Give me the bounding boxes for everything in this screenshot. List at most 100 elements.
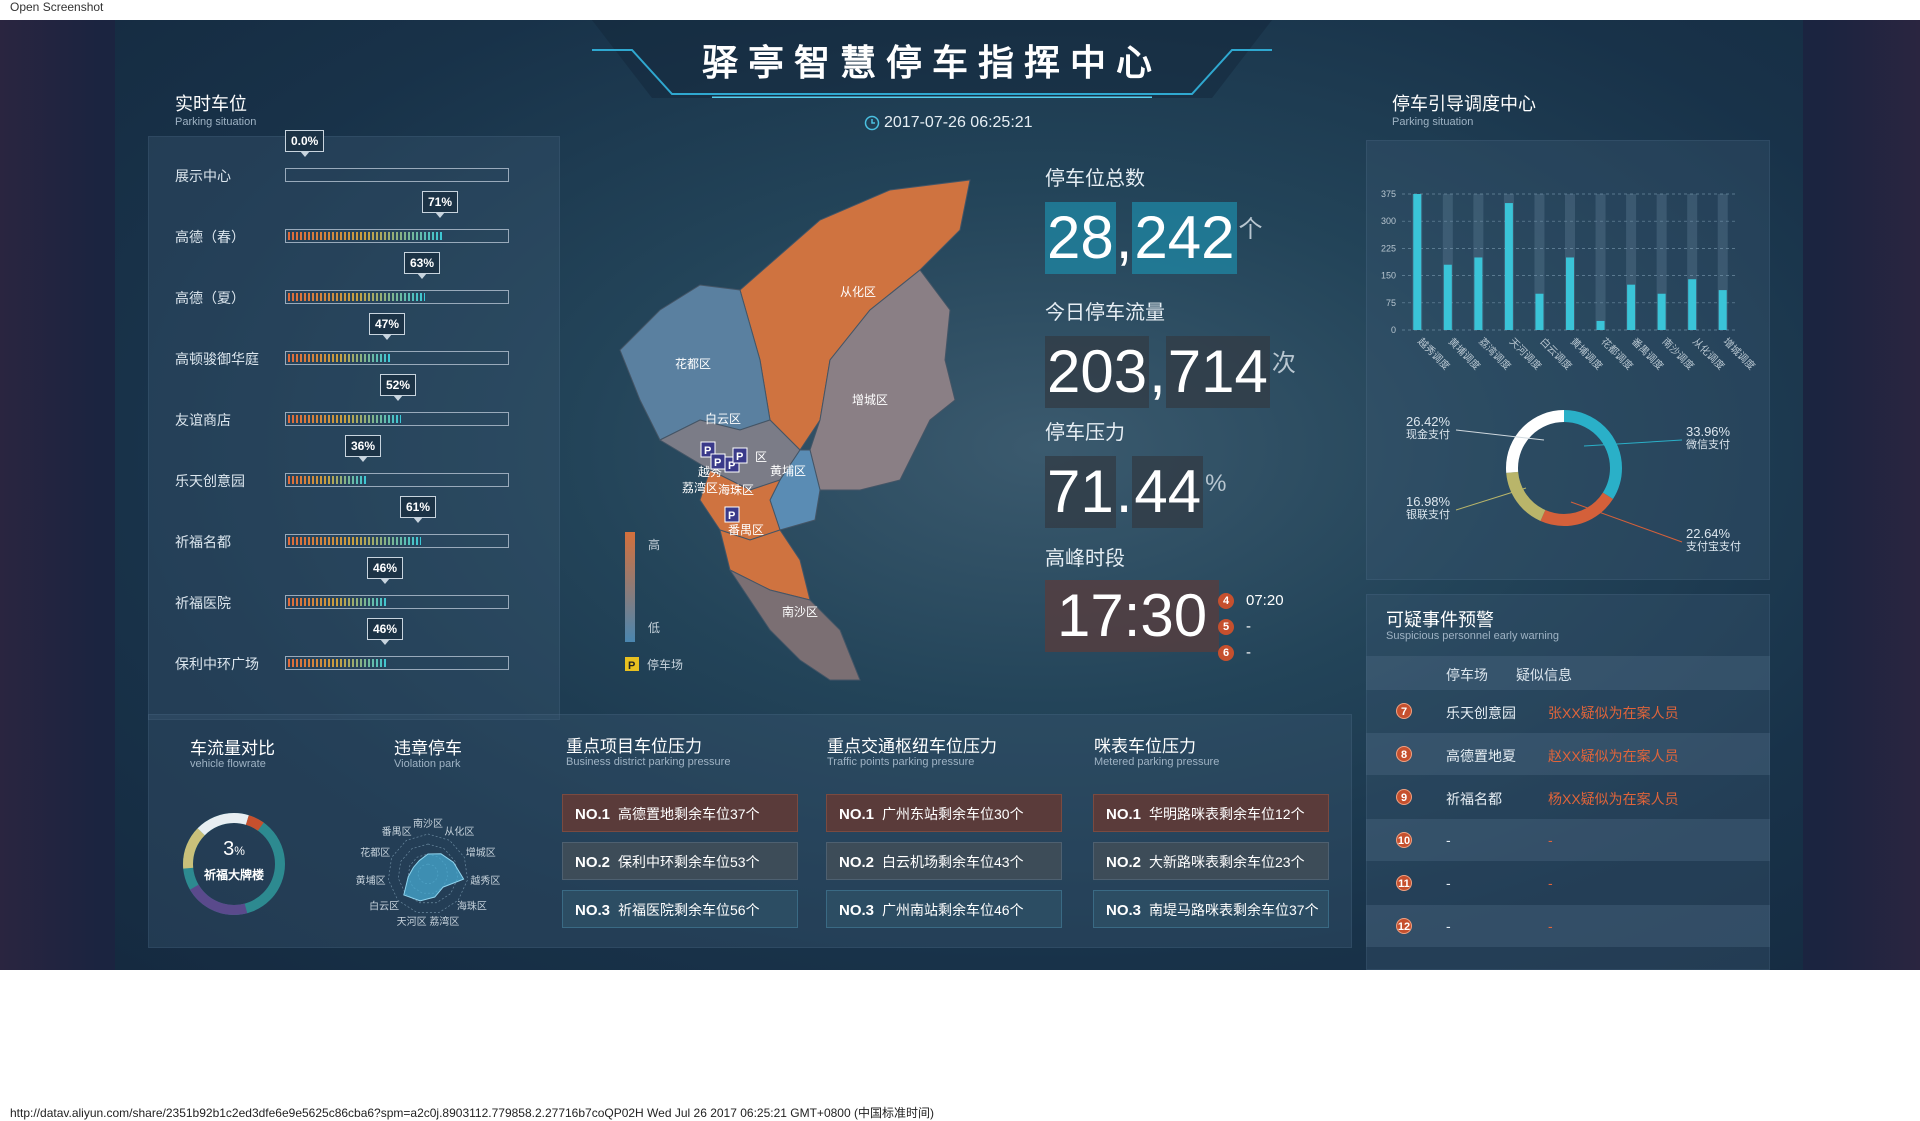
total-spaces-unit: 个 xyxy=(1238,216,1263,243)
bar-category-label: 番禺调度 xyxy=(1629,335,1666,372)
bar-category-label: 南沙调度 xyxy=(1660,335,1697,372)
warning-place: 乐天创意园 xyxy=(1446,705,1516,721)
radar-label: 增城区 xyxy=(466,846,496,859)
realtime-item-pct: 47% xyxy=(369,313,406,340)
warning-info: 赵XX疑似为在案人员 xyxy=(1548,748,1679,764)
realtime-item-pct: 63% xyxy=(404,252,441,279)
bar-6 xyxy=(1596,320,1605,330)
metered-rank-item[interactable]: NO.3 南堤马路咪表剩余车位37个 xyxy=(1093,890,1329,928)
bar-3 xyxy=(1504,203,1513,330)
business-rank-item[interactable]: NO.3 祈福医院剩余车位56个 xyxy=(562,890,798,928)
peak-value: - xyxy=(1246,644,1251,661)
realtime-item-pct: 71% xyxy=(422,191,459,218)
map-label-7: 黄埔区 xyxy=(770,464,806,478)
map-label-3: 白云区 xyxy=(705,411,741,426)
peak-list-item: 5- xyxy=(1218,618,1251,635)
bar-category-label: 越秀调度 xyxy=(1415,335,1452,372)
bar-5 xyxy=(1566,257,1574,330)
rank-no: NO.2 xyxy=(839,854,875,871)
realtime-item-bar xyxy=(285,595,509,609)
realtime-item-bar xyxy=(285,290,509,304)
donut-leader xyxy=(1583,439,1683,447)
bar-10 xyxy=(1718,290,1727,330)
bar-4 xyxy=(1535,293,1544,330)
warning-row[interactable]: 9 祈福名都 杨XX疑似为在案人员 xyxy=(1366,776,1770,818)
metered-title: 咪表车位压力 xyxy=(1094,737,1196,756)
realtime-item-label: 展示中心 xyxy=(175,168,231,184)
rank-text: 高德置地剩余车位37个 xyxy=(618,806,760,822)
svg-text:P: P xyxy=(704,445,711,457)
bar-9 xyxy=(1688,279,1697,330)
clock-icon xyxy=(864,115,880,131)
warning-row[interactable]: 8 高德置地夏 赵XX疑似为在案人员 xyxy=(1366,733,1770,775)
today-flow: 203, 714 次 xyxy=(1045,328,1296,408)
payment-donut-chart: 26.42%现金支付 33.96%微信支付 22.64%支付宝支付 16.98%银联支… xyxy=(1406,410,1741,553)
donut-pct: 33.96% xyxy=(1686,424,1731,439)
traffic-rank-item[interactable]: NO.3 广州南站剩余车位46个 xyxy=(826,890,1062,928)
realtime-item-pct: 52% xyxy=(380,374,417,401)
realtime-item-label: 高德（春） xyxy=(175,229,245,245)
donut-label: 现金支付 xyxy=(1406,427,1450,441)
parking-marker[interactable]: P xyxy=(732,447,748,464)
rank-no: NO.2 xyxy=(575,854,611,871)
pressure-unit: % xyxy=(1205,470,1227,497)
realtime-item-label: 乐天创意园 xyxy=(175,473,245,489)
realtime-item-fill xyxy=(288,598,388,606)
peak-time: 17:30 xyxy=(1045,580,1220,652)
rank-no: NO.1 xyxy=(839,806,875,823)
warning-rank-badge: 9 xyxy=(1396,789,1412,805)
total-spaces-label: 停车位总数 xyxy=(1045,168,1145,190)
violation-subtitle: Violation park xyxy=(394,758,461,770)
map-label-5: 荔湾区 xyxy=(682,480,718,495)
parking-marker[interactable]: P xyxy=(724,506,740,523)
url-footer: http://datav.aliyun.com/share/2351b92b1c… xyxy=(10,1106,934,1120)
warning-col-info: 疑似信息 xyxy=(1516,667,1572,683)
peak-list-item: 6- xyxy=(1218,644,1251,661)
bar-category-label: 花都调度 xyxy=(1598,335,1635,372)
map-legend-parking-p: P xyxy=(628,660,635,672)
today-flow-sep: , xyxy=(1149,338,1166,405)
realtime-item-fill xyxy=(288,354,390,362)
business-rank-item[interactable]: NO.2 保利中环剩余车位53个 xyxy=(562,842,798,880)
warning-rank-badge: 7 xyxy=(1396,703,1412,719)
dashboard-stage: 驿亭智慧停车指挥中心 2017-07-26 06:25:21 实时车位 Park… xyxy=(0,20,1920,970)
violation-radar: 南沙区从化区增城区越秀区海珠区荔湾区天河区 白云区 黄埔区 花都区 番禺区 xyxy=(356,817,501,928)
realtime-item-bar xyxy=(285,656,509,670)
radar-label: 白云区 xyxy=(369,900,399,913)
bar-ytick: 150 xyxy=(1381,271,1396,281)
peak-rank-badge: 4 xyxy=(1218,592,1234,609)
business-rank-item[interactable]: NO.1 高德置地剩余车位37个 xyxy=(562,794,798,832)
radar-label: 花都区 xyxy=(360,846,390,859)
warning-place: - xyxy=(1446,918,1451,934)
traffic-rank-item[interactable]: NO.1 广州东站剩余车位30个 xyxy=(826,794,1062,832)
parking-marker[interactable]: P xyxy=(710,453,726,470)
rank-text: 大新路咪表剩余车位23个 xyxy=(1149,854,1305,870)
realtime-item-pct: 0.0% xyxy=(285,130,325,157)
guide-title: 停车引导调度中心 xyxy=(1392,94,1536,114)
rank-text: 南堤马路咪表剩余车位37个 xyxy=(1149,902,1319,918)
bar-ytick: 300 xyxy=(1381,216,1396,226)
warning-row[interactable]: 11 - - xyxy=(1366,862,1770,904)
realtime-item-fill xyxy=(288,293,425,301)
today-flow-unit: 次 xyxy=(1271,350,1296,377)
warning-row[interactable]: 12 - - xyxy=(1366,905,1770,947)
metered-rank-item[interactable]: NO.2 大新路咪表剩余车位23个 xyxy=(1093,842,1329,880)
realtime-item-pct: 61% xyxy=(400,496,437,523)
rank-text: 保利中环剩余车位53个 xyxy=(618,854,760,870)
realtime-item-fill xyxy=(288,415,401,423)
map-label-10: 区 xyxy=(755,450,767,464)
traffic-rank-item[interactable]: NO.2 白云机场剩余车位43个 xyxy=(826,842,1062,880)
metered-rank-item[interactable]: NO.1 华明路咪表剩余车位12个 xyxy=(1093,794,1329,832)
warning-title: 可疑事件预警 xyxy=(1386,610,1494,630)
map-label-2: 增城区 xyxy=(852,393,888,407)
bar-bg xyxy=(1595,194,1606,330)
flow-ring xyxy=(183,813,285,915)
rank-text: 祈福医院剩余车位56个 xyxy=(618,902,760,918)
warning-row[interactable]: 10 - - xyxy=(1366,819,1770,861)
bar-category-label: 天河调度 xyxy=(1507,335,1544,372)
warning-row[interactable]: 7 乐天创意园 张XX疑似为在案人员 xyxy=(1366,690,1770,732)
map-label-8: 番禺区 xyxy=(728,523,764,537)
title-bar: 驿亭智慧停车指挥中心 xyxy=(592,20,1272,98)
radar-label: 荔湾区 xyxy=(429,915,459,928)
total-spaces: 28, 242 个 xyxy=(1045,194,1263,274)
